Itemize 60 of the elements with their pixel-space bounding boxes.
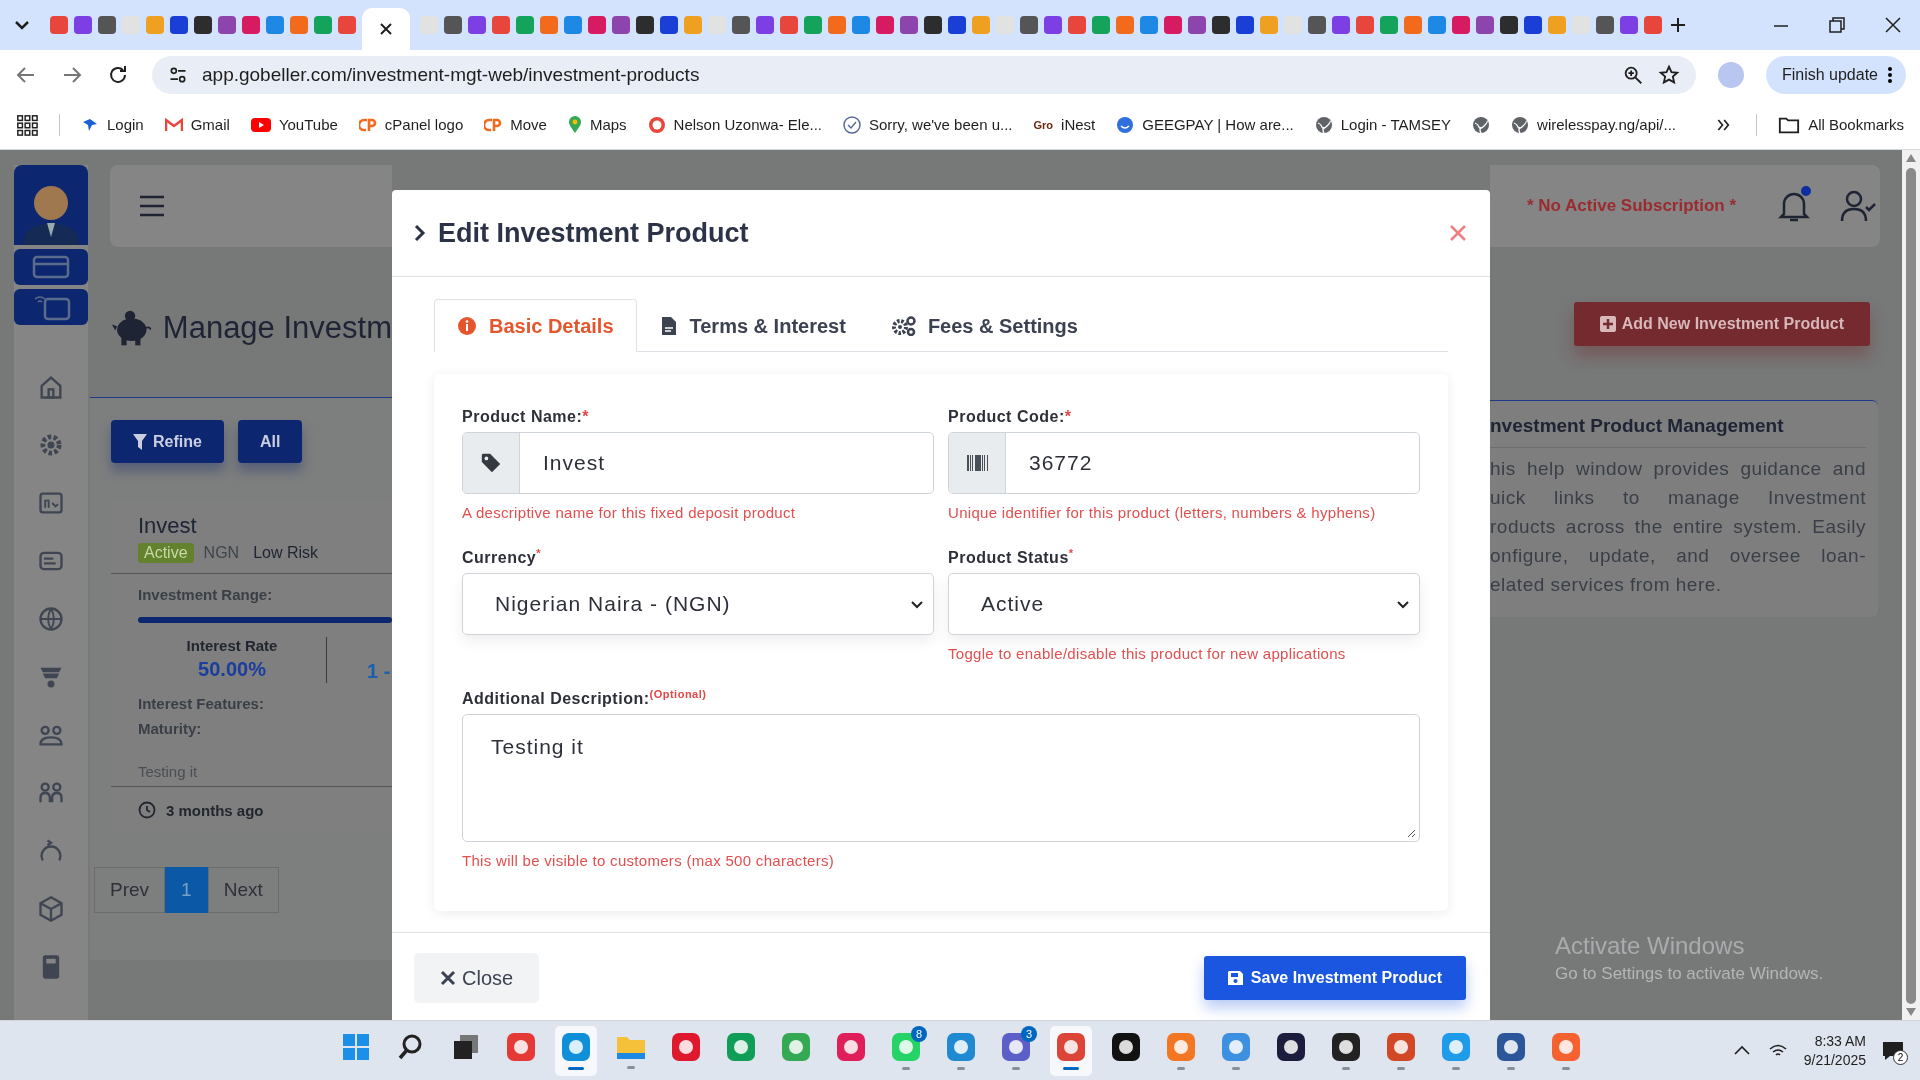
save-button[interactable]: Save Investment Product xyxy=(1203,956,1466,1000)
clock[interactable]: 8:33 AM 9/21/2025 xyxy=(1803,1031,1866,1070)
help-text-line: his help window provides guidance and xyxy=(1490,457,1866,481)
field-label: Product Status$^{*}$ xyxy=(948,547,1075,567)
field-label: Product Code:* xyxy=(948,408,1073,426)
help-text-line: onfigure, update, and oversee loan- xyxy=(1490,544,1866,568)
maturity-label: Maturity: xyxy=(138,720,203,737)
bookmarks-folder[interactable]: All Bookmarks xyxy=(1778,113,1904,136)
bookmark[interactable]: Sorry, we've been u... xyxy=(843,115,1013,134)
filter-button[interactable]: All xyxy=(237,420,303,463)
currency-label: NGN xyxy=(203,544,240,562)
features-label: Interest Features: xyxy=(138,695,265,712)
field-hint: This will be visible to customers (max 500 characters) xyxy=(462,852,836,869)
bookmark[interactable]: Login xyxy=(81,115,144,134)
range-label: Investment Range: xyxy=(138,586,274,603)
select-field[interactable]: Nigerian Naira - (NGN) xyxy=(462,573,934,635)
bookmark[interactable]: Gmail xyxy=(164,116,230,133)
address-bar[interactable]: app.gobeller.com/investment-mgt-web/investment-products xyxy=(152,56,1696,94)
add-product-button[interactable]: Add New Investment Product xyxy=(1573,302,1870,346)
rate-label: Interest Rate xyxy=(186,637,278,654)
input-field[interactable]: 36772 xyxy=(948,432,1420,494)
dialog-title: Edit Investment Product xyxy=(438,217,750,249)
status-badge: Active xyxy=(138,543,194,563)
product-name: Invest xyxy=(138,513,198,539)
risk-label: Low Risk xyxy=(253,544,319,562)
help-text-line: roducts across the entire system. Easily xyxy=(1490,515,1866,539)
updated-time: 3 months ago xyxy=(166,801,264,819)
field-hint: A descriptive name for this fixed deposit product xyxy=(462,504,797,521)
subscription-notice: * No Active Subscription * xyxy=(1527,196,1737,216)
tab[interactable]: Fees & Settings xyxy=(868,299,1101,352)
bookmark[interactable]: Login - TAMSEY xyxy=(1314,115,1452,134)
rate-value: 50.00% xyxy=(198,658,266,681)
field-hint: Toggle to enable/disable this product for new applications xyxy=(948,645,1347,662)
field-hint: Unique identifier for this product (letters, numbers & hyphens) xyxy=(948,504,1377,521)
filter-button[interactable]: Refine xyxy=(111,420,224,463)
field-label: Currency$^{*}$ xyxy=(462,547,543,567)
bookmark[interactable]: Gro iNest xyxy=(1033,116,1096,133)
help-text-line: uick links to manage Investment xyxy=(1490,486,1866,510)
close-button[interactable]: Close xyxy=(414,953,540,1003)
bookmark[interactable]: Move xyxy=(484,116,547,133)
help-text-line: elated services from here. xyxy=(1490,573,1723,597)
tab[interactable]: Basic Details xyxy=(434,299,637,352)
term-value: 1 - xyxy=(367,660,391,683)
select-field[interactable]: Active xyxy=(948,573,1420,635)
field-label: Additional Description:$^{(Optional)}$ xyxy=(462,688,708,708)
field-label: Product Name:* xyxy=(462,408,591,426)
bookmark-logo: Gro xyxy=(1033,118,1054,131)
tab[interactable]: Terms & Interest xyxy=(636,299,869,352)
bookmark[interactable]: Maps xyxy=(567,115,627,134)
update-button[interactable]: Finish update xyxy=(1765,56,1906,94)
bookmark[interactable]: cPanel logo xyxy=(358,116,464,133)
input-field[interactable]: Invest xyxy=(462,432,934,494)
help-title: nvestment Product Management xyxy=(1490,415,1866,448)
activation-subtitle: Go to Settings to activate Windows. xyxy=(1555,964,1825,984)
bookmark[interactable]: Nelson Uzonwa- Ele... xyxy=(647,115,822,134)
textarea-field[interactable]: Testing it xyxy=(462,714,1420,842)
bookmark[interactable]: wirelesspay.ng/api/... xyxy=(1511,115,1676,134)
page-title: Manage Investm xyxy=(162,310,392,346)
bookmark[interactable]: YouTube xyxy=(250,116,338,133)
bookmark[interactable]: GEEGPAY | How are... xyxy=(1116,115,1294,134)
